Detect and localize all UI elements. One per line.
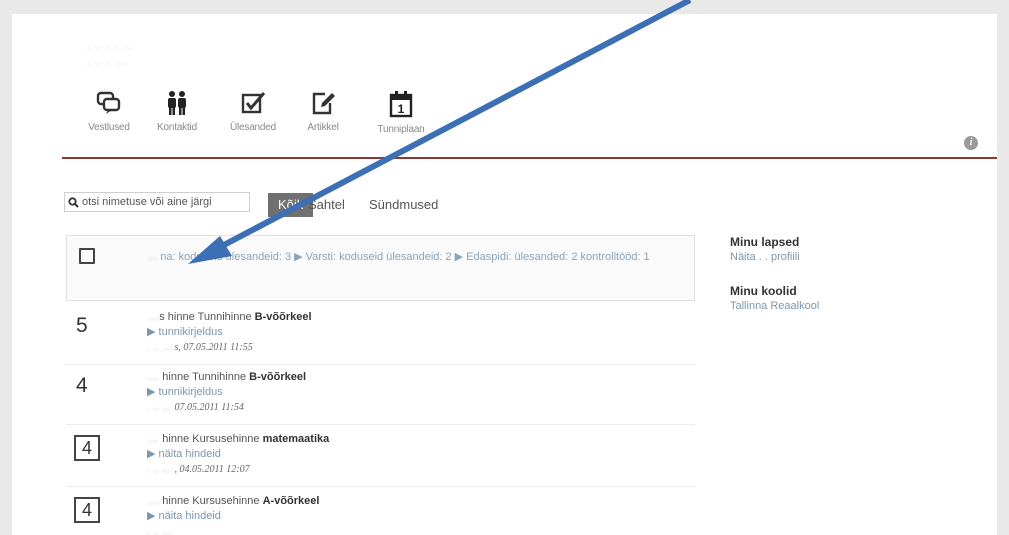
my-schools-heading: Minu koolid <box>730 284 797 298</box>
nav-item-article[interactable]: Artikkel <box>288 90 358 133</box>
feed-date: 07.05.2011 11:54 <box>174 402 244 413</box>
nav-label: Artikkel <box>307 122 339 133</box>
feed-date: s, 07.05.2011 11:55 <box>174 342 253 353</box>
page: . .. . . .. . .. . ... Vestlused Kontakt… <box>12 14 997 535</box>
search-icon <box>68 196 79 208</box>
blurred-author: . .. ... <box>147 525 172 535</box>
feed-date: , 04.05.2011 12:07 <box>174 464 250 475</box>
calendar-icon: 1 <box>389 91 413 118</box>
blurred-name: ... <box>148 251 158 263</box>
lesson-description-link[interactable]: ▶ tunnikirjeldus <box>147 385 306 400</box>
my-children-heading: Minu lapsed <box>730 235 800 249</box>
nav-label: Vestlused <box>88 122 130 133</box>
nav-label: Kontaktid <box>157 122 197 133</box>
svg-text:1: 1 <box>398 102 405 116</box>
feed-item: 4 .... hinne Tunnihinne B-võõrkeel ▶ tun… <box>66 366 695 425</box>
subject-name: A-võõrkeel <box>262 495 320 507</box>
grade-value: 4 <box>76 374 88 397</box>
nav-item-tasks[interactable]: Ülesanded <box>218 90 288 133</box>
lesson-description-link[interactable]: ▶ tunnikirjeldus <box>147 325 312 340</box>
filter-all[interactable]: Kõik <box>268 193 314 217</box>
nav-label: Tunniplaan <box>377 124 425 135</box>
grade-value: 4 <box>74 435 100 461</box>
school-logo: . .. . . .. . .. . ... <box>87 40 132 68</box>
view-profile-link[interactable]: Näita . . profiili <box>730 250 819 265</box>
subject-name: B-võõrkeel <box>254 311 312 323</box>
show-grades-link[interactable]: ▶ näita hindeid <box>147 509 319 524</box>
nav-item-conversations[interactable]: Vestlused <box>74 90 144 133</box>
chat-icon <box>96 91 121 114</box>
feed-item: 5 ....s hinne Tunnihinne B-võõrkeel ▶ tu… <box>66 306 695 365</box>
grade-value: 5 <box>76 314 88 337</box>
summary-text[interactable]: ... na: koduseid ülesandeid: 3 ▶ Varsti:… <box>148 249 668 266</box>
blurred-name: .... <box>147 371 160 383</box>
blurred-author: . .. ... <box>147 401 172 413</box>
search-box <box>64 192 250 212</box>
nav-item-contacts[interactable]: Kontaktid <box>142 90 212 133</box>
tasks-icon <box>241 92 266 114</box>
subject-name: B-võõrkeel <box>249 371 307 383</box>
tasks-summary: ... na: koduseid ülesandeid: 3 ▶ Varsti:… <box>66 235 695 301</box>
info-icon[interactable]: i <box>964 136 978 150</box>
feed-body: ....s hinne Tunnihinne B-võõrkeel ▶ tunn… <box>147 311 312 353</box>
feed-body: .... hinne Tunnihinne B-võõrkeel ▶ tunni… <box>147 371 307 413</box>
article-icon <box>312 92 335 115</box>
feed-item: 4 .... hinne Kursusehinne A-võõrkeel ▶ n… <box>66 490 695 535</box>
blurred-author: . .. ... <box>147 463 172 475</box>
summary-checkbox[interactable] <box>79 248 95 264</box>
blurred-name: .... <box>147 433 160 445</box>
blurred-name: .... <box>147 495 160 507</box>
blurred-author: . .. ... <box>147 341 172 353</box>
filter-events[interactable]: Sündmused <box>369 193 438 217</box>
show-grades-link[interactable]: ▶ näita hindeid <box>147 447 329 462</box>
filter-mailbox[interactable]: Sahtel <box>308 193 345 217</box>
people-icon <box>168 91 186 115</box>
feed-body: .... hinne Kursusehinne A-võõrkeel ▶ näi… <box>147 495 320 535</box>
nav-label: Ülesanded <box>229 122 276 133</box>
blurred-name: .... <box>147 311 160 323</box>
subject-name: matemaatika <box>262 433 330 445</box>
header-divider <box>62 157 997 159</box>
feed-body: .... hinne Kursusehinne matemaatika ▶ nä… <box>147 433 330 475</box>
grade-value: 4 <box>74 497 100 523</box>
sidebar: Minu lapsed Näita . . profiili Minu kool… <box>730 235 819 314</box>
school-link[interactable]: Tallinna Reaalkool <box>730 299 819 314</box>
nav-item-timetable[interactable]: 1 Tunniplaan <box>366 90 436 135</box>
search-input[interactable] <box>79 196 246 208</box>
feed-item: 4 .... hinne Kursusehinne matemaatika ▶ … <box>66 428 695 487</box>
